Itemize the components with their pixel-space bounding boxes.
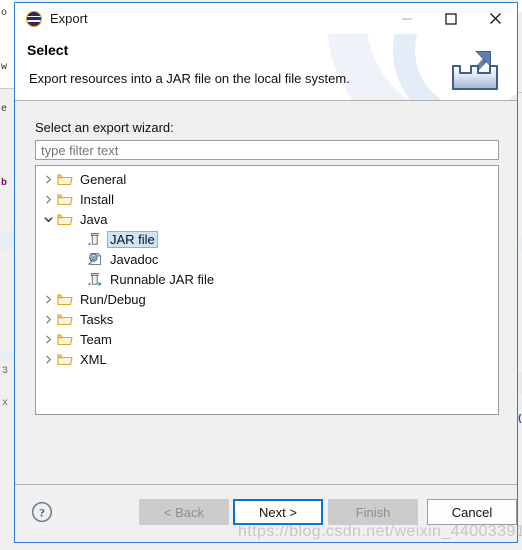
bg-highlight-row [0, 232, 14, 250]
help-icon[interactable]: ? [31, 501, 53, 523]
tree-item-general[interactable]: General [36, 169, 498, 189]
tree-item-run-debug[interactable]: Run/Debug [36, 289, 498, 309]
tree-item-label: Install [80, 191, 114, 207]
bg-text-fragment: w [1, 62, 8, 73]
folder-icon [56, 291, 74, 307]
chevron-right-icon[interactable] [41, 315, 56, 324]
dialog-titlebar: Export [15, 3, 517, 34]
chevron-down-icon[interactable] [41, 215, 56, 224]
bg-highlight-row [518, 398, 522, 410]
bg-text-fragment: x [2, 398, 9, 409]
chevron-right-icon[interactable] [41, 195, 56, 204]
finish-button[interactable]: Finish [328, 499, 418, 525]
chevron-right-icon[interactable] [41, 355, 56, 364]
page-title: Select [27, 42, 69, 58]
bg-text-fragment: 3 [2, 366, 9, 377]
window-controls [385, 3, 517, 34]
dialog-title: Export [50, 11, 88, 26]
folder-icon [56, 191, 74, 207]
bg-text-fragment: e [1, 104, 8, 115]
select-wizard-label: Select an export wizard: [35, 120, 174, 135]
runnable-jar-icon [86, 271, 104, 287]
tree-item-javadoc[interactable]: @ Javadoc [36, 249, 498, 269]
tree-item-label: Java [80, 211, 108, 227]
bg-highlight-row [0, 352, 14, 362]
bg-divider [518, 92, 522, 93]
minimize-icon[interactable] [385, 3, 429, 34]
tree-item-team[interactable]: Team [36, 329, 498, 349]
jar-file-icon [86, 231, 104, 247]
tree-item-label: Javadoc [110, 251, 159, 267]
back-button[interactable]: < Back [139, 499, 229, 525]
close-icon[interactable] [473, 3, 517, 34]
bg-text-fragment: o [1, 8, 8, 19]
tree-item-label: XML [80, 351, 107, 367]
export-dialog: Export Select Export resources into a JA… [14, 2, 518, 543]
next-button[interactable]: Next > [233, 499, 323, 525]
tree-item-label: Team [80, 331, 112, 347]
folder-icon [56, 331, 74, 347]
tree-item-tasks[interactable]: Tasks [36, 309, 498, 329]
cancel-button[interactable]: Cancel [427, 499, 517, 525]
tree-item-label: Tasks [80, 311, 114, 327]
bg-editor-area [518, 0, 522, 12]
folder-icon [56, 311, 74, 327]
dialog-body: Select an export wizard: General Install J… [15, 101, 517, 484]
tree-item-label: JAR file [107, 230, 158, 248]
svg-text:?: ? [39, 505, 45, 519]
bg-highlight-row [518, 372, 522, 394]
tree-item-label: Run/Debug [80, 291, 146, 307]
chevron-right-icon[interactable] [41, 335, 56, 344]
svg-text:@: @ [90, 255, 96, 262]
tree-item-jar-file[interactable]: JAR file [36, 229, 498, 249]
export-tray-arrow-icon [447, 46, 503, 92]
filter-input[interactable] [35, 140, 499, 160]
export-wizard-tree[interactable]: General Install Java JAR file @ Javadoc Runnab… [35, 165, 499, 415]
tree-item-label: Runnable JAR file [110, 271, 215, 287]
tree-item-label: General [80, 171, 127, 187]
bg-highlight-row [518, 236, 522, 252]
tree-item-install[interactable]: Install [36, 189, 498, 209]
tree-item-java[interactable]: Java [36, 209, 498, 229]
tree-item-runnable-jar-file[interactable]: Runnable JAR file [36, 269, 498, 289]
page-description: Export resources into a JAR file on the … [29, 71, 350, 86]
dialog-banner: Select Export resources into a JAR file … [15, 34, 517, 101]
folder-icon [56, 351, 74, 367]
folder-icon [56, 211, 74, 227]
eclipse-icon [26, 10, 42, 27]
bg-divider [0, 88, 14, 89]
maximize-icon[interactable] [429, 3, 473, 34]
chevron-right-icon[interactable] [41, 175, 56, 184]
bg-text-fragment: b [1, 178, 8, 189]
folder-icon [56, 171, 74, 187]
javadoc-icon: @ [86, 251, 104, 267]
chevron-right-icon[interactable] [41, 295, 56, 304]
dialog-footer: ? < Back Next > Finish Cancel [15, 484, 517, 542]
tree-item-xml[interactable]: XML [36, 349, 498, 369]
